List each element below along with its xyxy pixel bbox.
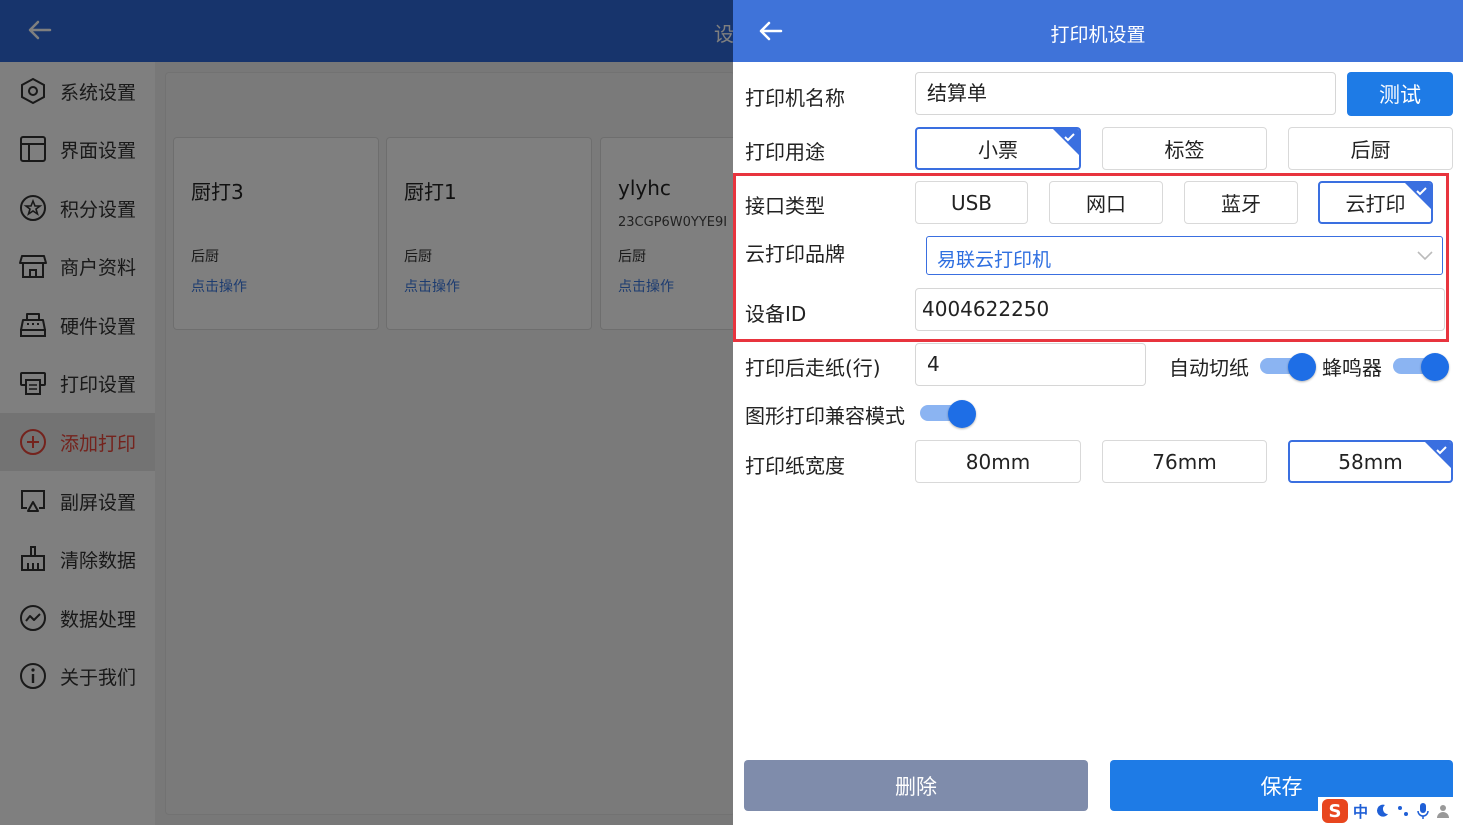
option-label: 76mm bbox=[1152, 449, 1217, 474]
selected-check-icon bbox=[1425, 442, 1451, 468]
paper-width-option-80mm[interactable]: 80mm bbox=[915, 440, 1081, 483]
sogou-logo-icon[interactable]: S bbox=[1322, 799, 1348, 823]
highlight-frame bbox=[733, 173, 1449, 342]
background-app: 设 系统设置 界面设置 积分设置 商户资料 硬件设置 打印设置 添加打印 bbox=[0, 0, 733, 825]
dialog-header: 打印机设置 bbox=[733, 0, 1463, 62]
print-purpose-label: 打印用途 bbox=[745, 140, 825, 164]
auto-cut-label: 自动切纸 bbox=[1169, 356, 1249, 380]
test-button[interactable]: 测试 bbox=[1347, 72, 1453, 116]
user-settings-icon[interactable] bbox=[1436, 802, 1454, 820]
printer-name-input[interactable]: 结算单 bbox=[915, 72, 1336, 115]
graphic-compat-label: 图形打印兼容模式 bbox=[745, 404, 905, 428]
dialog-title: 打印机设置 bbox=[1050, 24, 1146, 46]
toggle-knob bbox=[1421, 353, 1449, 381]
microphone-icon[interactable] bbox=[1416, 802, 1430, 820]
punctuation-icon[interactable] bbox=[1396, 803, 1410, 819]
buzzer-label: 蜂鸣器 bbox=[1322, 356, 1382, 380]
feed-lines-input[interactable]: 4 bbox=[915, 343, 1146, 386]
paper-width-option-58mm[interactable]: 58mm bbox=[1288, 440, 1453, 483]
option-label: 58mm bbox=[1338, 449, 1403, 474]
option-label: 小票 bbox=[978, 138, 1018, 162]
feed-lines-label: 打印后走纸(行) bbox=[745, 356, 881, 380]
purpose-option-receipt[interactable]: 小票 bbox=[915, 127, 1081, 170]
paper-width-label: 打印纸宽度 bbox=[745, 454, 845, 478]
buzzer-toggle[interactable] bbox=[1393, 353, 1449, 381]
option-label: 后厨 bbox=[1350, 138, 1391, 162]
option-label: 80mm bbox=[965, 449, 1031, 474]
moon-icon[interactable] bbox=[1374, 803, 1390, 819]
toggle-knob bbox=[948, 400, 976, 428]
delete-button[interactable]: 删除 bbox=[744, 760, 1088, 811]
modal-overlay[interactable] bbox=[0, 0, 733, 825]
purpose-option-kitchen[interactable]: 后厨 bbox=[1288, 127, 1453, 170]
option-label: 标签 bbox=[1164, 138, 1205, 162]
toggle-knob bbox=[1288, 353, 1316, 381]
selected-check-icon bbox=[1053, 129, 1079, 155]
printer-settings-dialog: 打印机设置 打印机名称 结算单 测试 打印用途 小票 标签 后厨 接口类型 US… bbox=[733, 0, 1463, 825]
ime-status-bar: S 中 bbox=[1318, 797, 1463, 825]
paper-width-option-76mm[interactable]: 76mm bbox=[1102, 440, 1267, 483]
auto-cut-toggle[interactable] bbox=[1260, 353, 1316, 381]
purpose-option-label[interactable]: 标签 bbox=[1102, 127, 1267, 170]
ime-mode-indicator[interactable]: 中 bbox=[1353, 801, 1368, 822]
graphic-compat-toggle[interactable] bbox=[920, 400, 976, 428]
printer-name-label: 打印机名称 bbox=[745, 86, 845, 110]
